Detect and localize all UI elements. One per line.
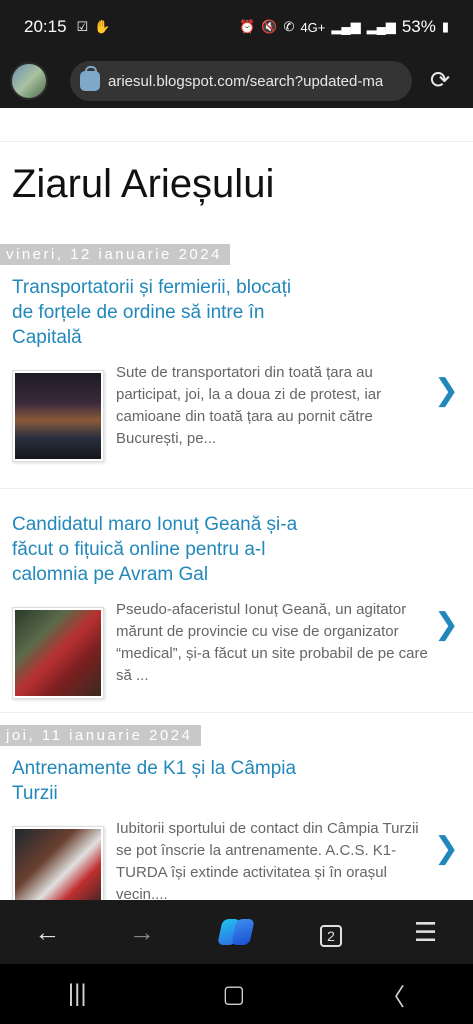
tabs-button[interactable]: 2 [301,917,361,948]
checkbox-icon: ☑ [76,19,89,34]
alarm-icon: ⏰ [239,19,256,34]
status-bar: 20:15 ☑ ✋ ⏰ 🔇 ✆ 4G+ ▂▄▆ ▂▄▆ 53% ▮ [0,0,473,54]
mute-icon: 🔇 [261,19,278,34]
post-item: Transportatorii și fermierii, blocați de… [0,265,473,488]
blog-title[interactable]: Ziarul Arieșului [0,142,473,244]
url-text[interactable]: ariesul.blogspot.com/search?updated-ma [108,73,383,90]
network-type: 4G+ [300,19,326,35]
post-thumbnail[interactable] [12,370,104,462]
post-title-link[interactable]: Candidatul maro Ionuț Geană și-a făcut o… [12,502,312,587]
battery-icon: ▮ [441,19,449,34]
system-nav-bar: ||| ▢ 〈 [0,964,473,1024]
hand-icon: ✋ [94,19,111,34]
browser-toolbar: ariesul.blogspot.com/search?updated-ma ⟳ [0,54,473,108]
status-left-icons: ☑ ✋ [77,19,111,35]
tab-count: 2 [320,924,343,947]
status-time: 20:15 [24,17,67,36]
post-thumbnail[interactable] [12,607,104,699]
signal-icon-2: ▂▄▆ [366,19,396,34]
post-snippet: Iubitorii sportului de contact din Câmpi… [116,820,419,900]
signal-icon: ▂▄▆ [331,19,361,34]
back-arrow-icon[interactable]: ← [17,917,77,948]
forward-arrow-icon[interactable]: → [112,917,172,948]
call-icon: ✆ [283,19,295,34]
post-item: Antrenamente de K1 și la Câmpia Turzii I… [0,746,473,900]
chevron-right-icon[interactable]: ❯ [434,831,459,866]
post-thumbnail[interactable] [12,826,104,900]
date-header: joi, 11 ianuarie 2024 [0,725,201,746]
recent-apps-icon[interactable]: ||| [68,980,87,1008]
page-content: Ziarul Arieșului vineri, 12 ianuarie 202… [0,108,473,900]
post-snippet: Pseudo-afaceristul Ionuț Geană, un agita… [116,601,428,684]
copilot-icon [217,917,256,947]
copilot-button[interactable] [206,917,266,947]
menu-icon[interactable]: ☰ [396,917,456,948]
lock-icon[interactable] [80,66,100,91]
date-header: vineri, 12 ianuarie 2024 [0,244,230,265]
chevron-right-icon[interactable]: ❯ [434,607,459,642]
post-snippet: Sute de transportatori din toată țara au… [116,364,382,447]
post-item: Candidatul maro Ionuț Geană și-a făcut o… [0,489,473,712]
reload-icon[interactable]: ⟳ [425,66,455,95]
date-group: joi, 11 ianuarie 2024 [0,713,473,746]
post-body: Pseudo-afaceristul Ionuț Geană, un agita… [12,601,461,699]
battery-percent: 53% [401,17,436,36]
divider [0,108,473,142]
home-icon[interactable]: ▢ [222,980,245,1009]
post-body: Sute de transportatori din toată țara au… [12,364,461,462]
system-back-icon[interactable]: 〈 [381,977,405,1012]
address-bar[interactable]: ariesul.blogspot.com/search?updated-ma [70,61,412,101]
post-body: Iubitorii sportului de contact din Câmpi… [12,820,461,900]
post-title-link[interactable]: Transportatorii și fermierii, blocați de… [12,265,312,350]
profile-avatar[interactable] [10,62,48,100]
browser-bottom-nav: ← → 2 ☰ [0,900,473,964]
chevron-right-icon[interactable]: ❯ [434,373,459,408]
post-title-link[interactable]: Antrenamente de K1 și la Câmpia Turzii [12,746,312,806]
status-right: ⏰ 🔇 ✆ 4G+ ▂▄▆ ▂▄▆ 53% ▮ [239,17,449,37]
